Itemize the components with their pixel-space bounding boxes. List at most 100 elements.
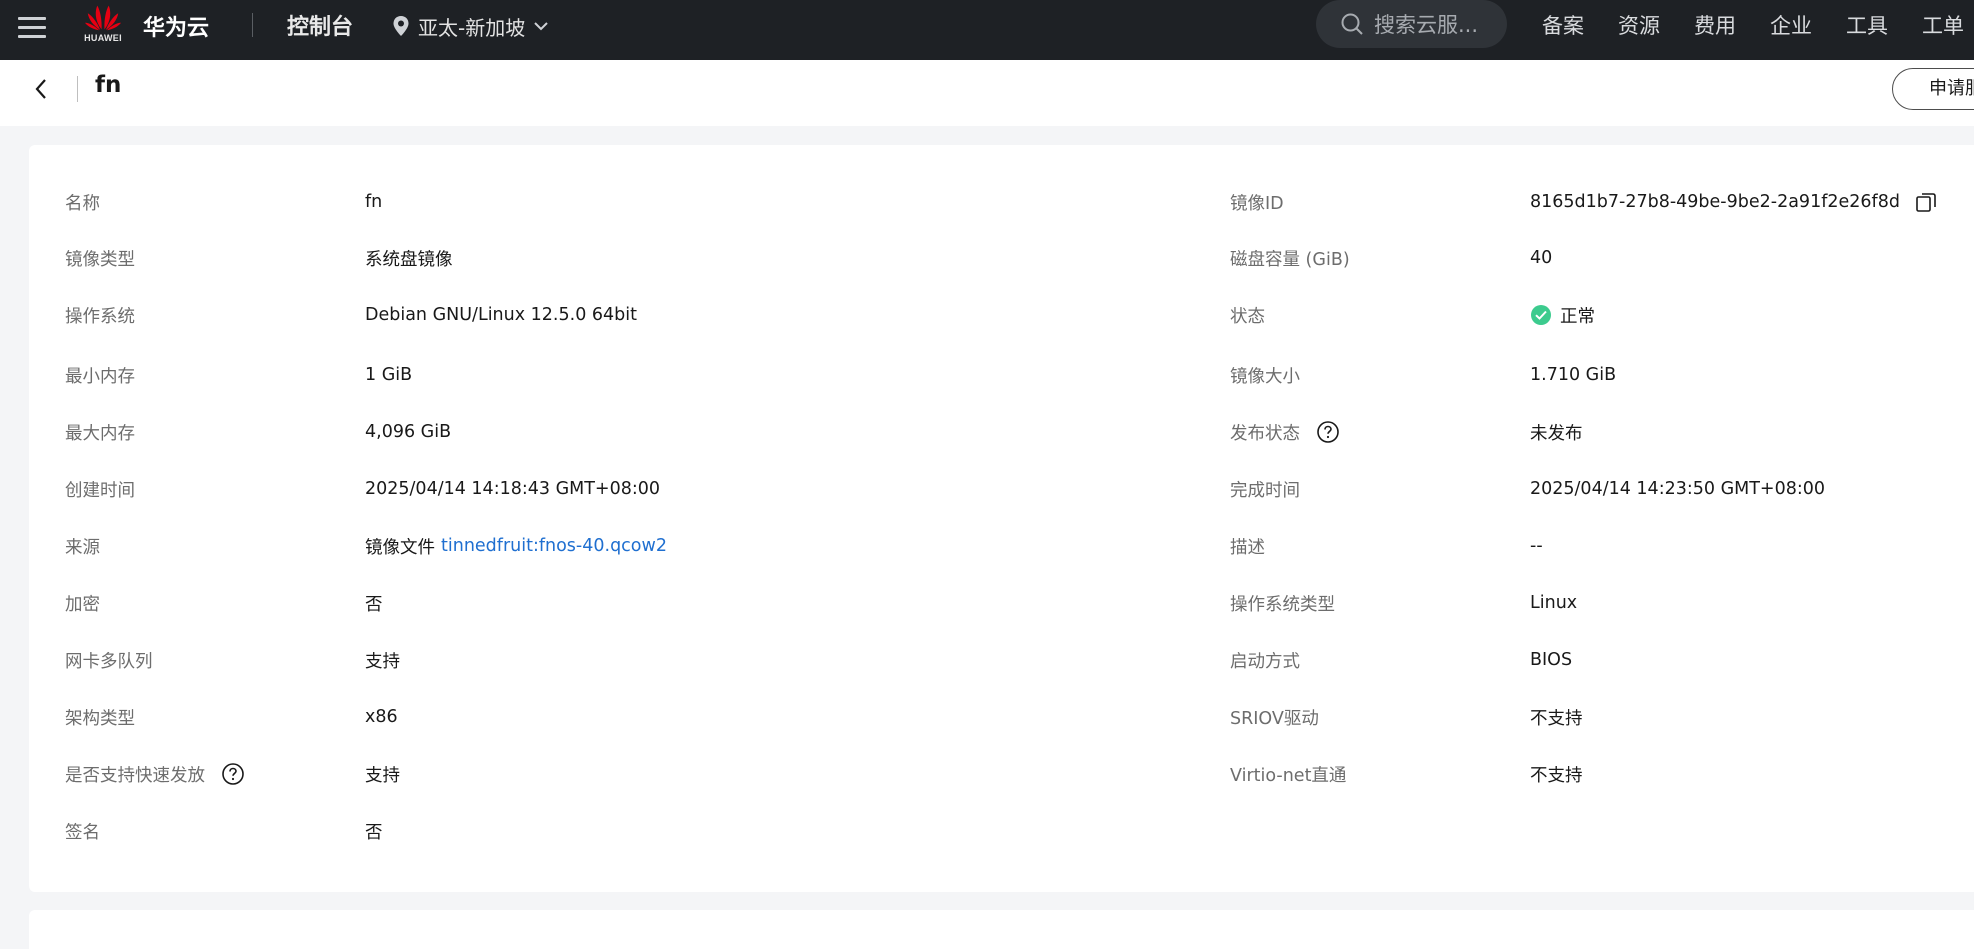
field-boot-mode-value: BIOS (1530, 645, 1572, 675)
status-ok-icon (1531, 305, 1551, 325)
field-image-size-value: 1.710 GiB (1530, 360, 1616, 390)
field-value: -- (1530, 536, 1543, 556)
hamburger-menu-icon[interactable] (18, 12, 46, 42)
field-value: Debian GNU/Linux 12.5.0 64bit (365, 305, 637, 325)
nav-tickets[interactable]: 工单 (1922, 10, 1964, 40)
search-placeholder: 搜索云服... (1374, 13, 1479, 37)
field-label: 操作系统类型 (1230, 594, 1335, 615)
field-image-id-value: 8165d1b7-27b8-49be-9be2-2a91f2e26f8d (1530, 187, 1938, 217)
field-boot-mode: 启动方式 (1230, 645, 1300, 675)
page-title: fn (95, 72, 122, 98)
field-nic-multiqueue: 网卡多队列 (65, 645, 153, 675)
header-divider (77, 76, 78, 102)
nav-beian[interactable]: 备案 (1542, 10, 1584, 40)
field-os-type: 操作系统类型 (1230, 588, 1335, 618)
field-os: 操作系统 (65, 300, 135, 330)
field-publish-status-value: 未发布 (1530, 417, 1583, 447)
field-image-id: 镜像ID (1230, 187, 1284, 217)
region-selector[interactable]: 亚太-新加坡 (392, 12, 549, 40)
field-label: 描述 (1230, 537, 1265, 558)
field-nic-multiqueue-value: 支持 (365, 645, 400, 675)
field-description-value: -- (1530, 531, 1543, 561)
field-label: 创建时间 (65, 480, 135, 501)
field-image-size: 镜像大小 (1230, 360, 1300, 390)
nav-enterprise[interactable]: 企业 (1770, 10, 1812, 40)
field-encryption: 加密 (65, 588, 100, 618)
field-value: 系统盘镜像 (365, 249, 453, 270)
nav-resources[interactable]: 资源 (1618, 10, 1660, 40)
field-value: 否 (365, 594, 383, 615)
field-value: BIOS (1530, 650, 1573, 670)
field-name-value: fn (365, 187, 382, 217)
field-value: 未发布 (1530, 423, 1583, 444)
field-signature-value: 否 (365, 816, 383, 846)
field-label: 镜像类型 (65, 249, 135, 270)
source-file-link[interactable]: tinnedfruit:fnos-40.qcow2 (441, 536, 667, 556)
nav-billing[interactable]: 费用 (1694, 10, 1736, 40)
field-virtio-passthrough: Virtio-net直通 (1230, 759, 1346, 789)
field-label: 镜像大小 (1230, 366, 1300, 387)
field-min-memory-value: 1 GiB (365, 360, 412, 390)
field-source: 来源 (65, 531, 100, 561)
copy-icon[interactable] (1914, 190, 1938, 214)
top-navigation-bar: HUAWEI 华为云 控制台 亚太-新加坡 搜索云服... 备案 资源 费用 企… (0, 0, 1974, 60)
field-value: 2025/04/14 14:18:43 GMT+08:00 (365, 479, 661, 499)
location-pin-icon (393, 16, 409, 36)
apply-service-button[interactable]: 申请服务 (1892, 68, 1974, 110)
field-fast-provision-value: 支持 (365, 759, 400, 789)
field-status-value: 正常 (1530, 300, 1595, 330)
brand-name[interactable]: 华为云 (143, 10, 209, 42)
console-link[interactable]: 控制台 (287, 9, 353, 41)
field-created-time: 创建时间 (65, 474, 135, 504)
field-created-time-value: 2025/04/14 14:18:43 GMT+08:00 (365, 474, 660, 504)
field-os-value: Debian GNU/Linux 12.5.0 64bit (365, 300, 637, 330)
image-details-card: 名称 fn 镜像类型 系统盘镜像 操作系统 Debian GNU/Linux 1… (29, 145, 1974, 892)
field-label: 状态 (1230, 306, 1265, 327)
field-label: Virtio-net直通 (1230, 765, 1347, 786)
field-value: fn (365, 192, 383, 212)
field-value: x86 (365, 707, 398, 727)
field-value: 1.710 GiB (1530, 365, 1617, 385)
field-label: SRIOV驱动 (1230, 708, 1319, 729)
field-label: 最大内存 (65, 423, 135, 444)
field-label: 来源 (65, 537, 100, 558)
field-encryption-value: 否 (365, 588, 383, 618)
secondary-card (29, 910, 1974, 949)
field-publish-status: 发布状态 (1230, 417, 1340, 447)
nav-tools[interactable]: 工具 (1846, 10, 1888, 40)
topbar-divider (252, 13, 253, 37)
field-value: 不支持 (1530, 708, 1583, 729)
field-disk-capacity-value: 40 (1530, 243, 1552, 273)
search-icon (1341, 13, 1363, 35)
field-name: 名称 (65, 187, 100, 217)
field-type: 镜像类型 (65, 243, 135, 273)
field-label: 是否支持快速发放 (65, 765, 205, 786)
field-label: 最小内存 (65, 366, 135, 387)
status-badge: 正常 (1560, 306, 1595, 327)
field-label: 发布状态 (1230, 423, 1300, 444)
field-type-value: 系统盘镜像 (365, 243, 453, 273)
field-disk-capacity: 磁盘容量 (GiB) (1230, 243, 1350, 273)
search-input[interactable]: 搜索云服... (1316, 0, 1507, 48)
back-button[interactable] (30, 75, 54, 103)
chevron-down-icon (534, 22, 548, 31)
field-label: 启动方式 (1230, 651, 1300, 672)
field-value: 否 (365, 822, 383, 843)
field-value: 40 (1530, 248, 1553, 268)
huawei-logo[interactable]: HUAWEI (78, 2, 128, 46)
field-value: 不支持 (1530, 765, 1583, 786)
help-icon[interactable] (1316, 420, 1340, 444)
field-label: 网卡多队列 (65, 651, 153, 672)
field-min-memory: 最小内存 (65, 360, 135, 390)
huawei-flower-icon (84, 5, 122, 31)
field-value: 支持 (365, 765, 400, 786)
field-max-memory-value: 4,096 GiB (365, 417, 451, 447)
field-architecture: 架构类型 (65, 702, 135, 732)
help-icon[interactable] (221, 762, 245, 786)
page-header: fn 申请服务 (0, 60, 1974, 126)
chevron-left-icon (35, 79, 46, 99)
field-value: 2025/04/14 14:23:50 GMT+08:00 (1530, 479, 1826, 499)
region-label: 亚太-新加坡 (418, 15, 526, 40)
field-label: 磁盘容量 (GiB) (1230, 249, 1350, 270)
field-value: Linux (1530, 593, 1578, 613)
